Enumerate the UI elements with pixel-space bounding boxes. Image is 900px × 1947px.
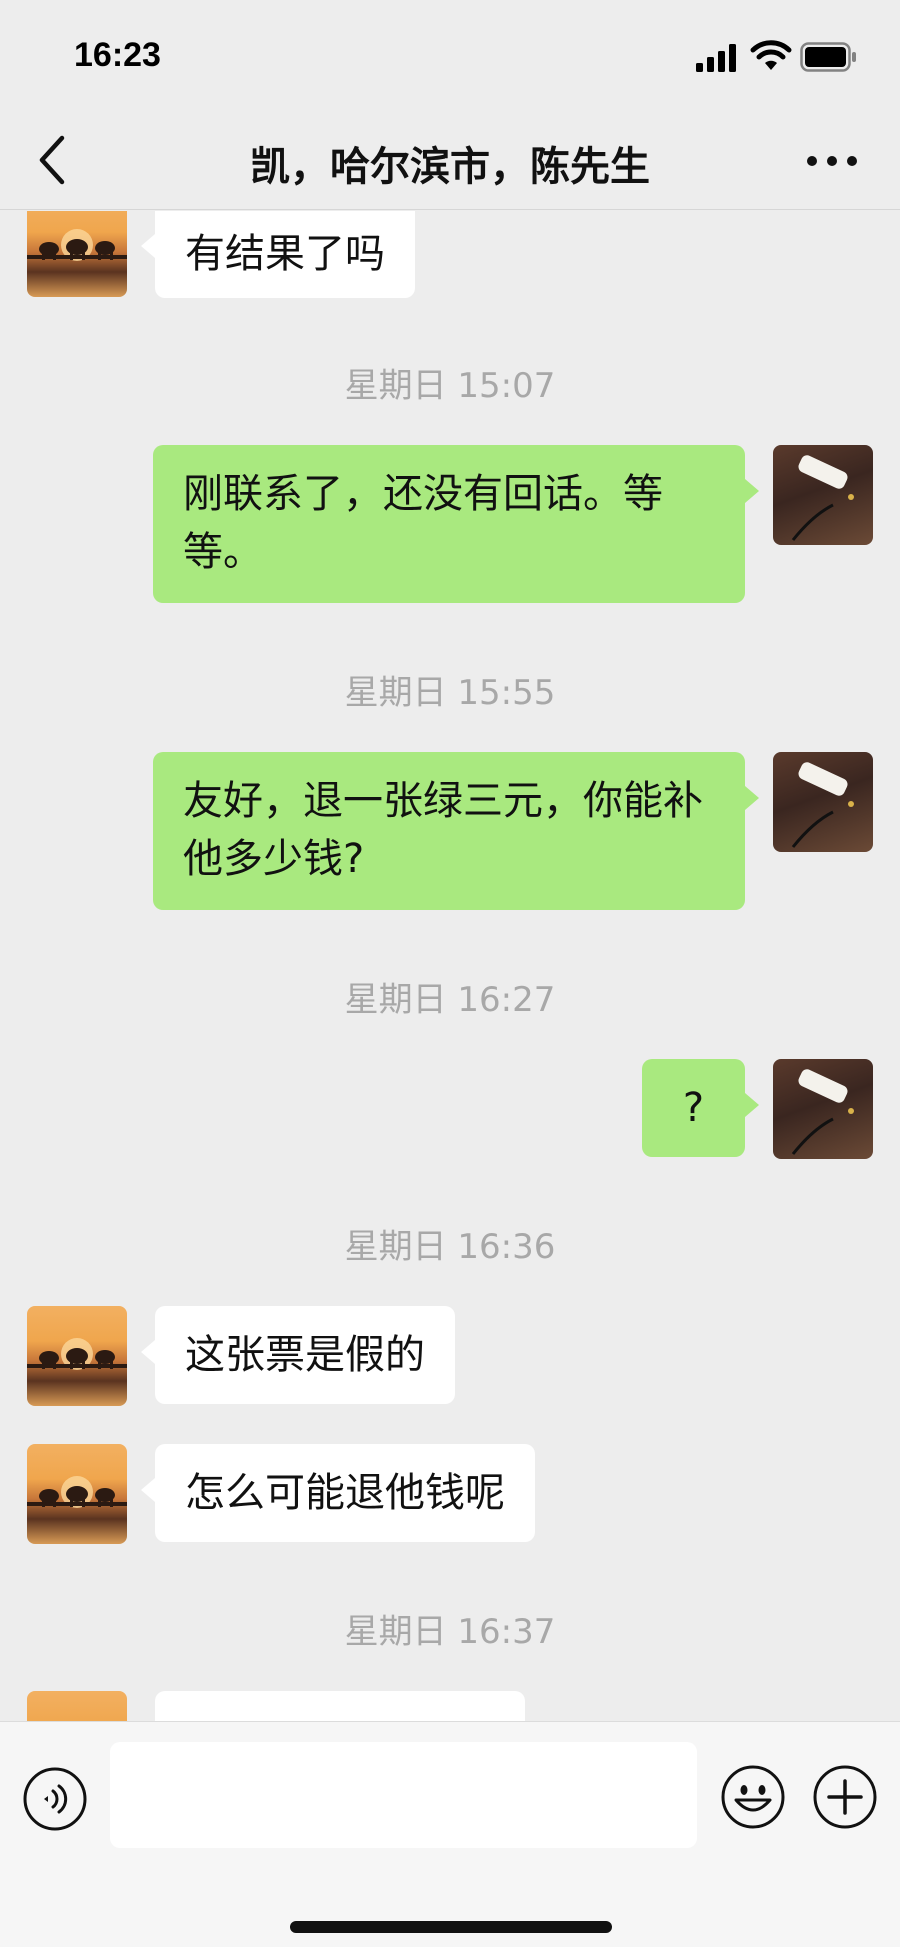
chat-title: 凯，哈尔滨市，陈先生	[250, 144, 650, 190]
received-message[interactable]: 这张票是假的	[141, 1306, 455, 1404]
home-indicator[interactable]	[290, 1921, 612, 1933]
received-message-partial[interactable]	[155, 1691, 525, 1721]
my-avatar[interactable]	[773, 445, 873, 545]
more-icon[interactable]	[804, 146, 860, 176]
elephant-silhouette-image	[27, 1338, 127, 1370]
jade-pendant-image	[791, 762, 854, 848]
contact-avatar[interactable]	[27, 1691, 127, 1721]
chat-area[interactable]: 有结果了吗 星期日 15:07 刚联系了，还没有回话。等等。 星期日 15:55…	[0, 211, 900, 1721]
jade-pendant-image	[791, 1069, 854, 1155]
contact-avatar[interactable]	[27, 1306, 127, 1406]
back-icon[interactable]	[34, 134, 70, 186]
sent-message[interactable]: ?	[642, 1059, 759, 1157]
status-bar: 16:23	[0, 0, 900, 110]
timestamp: 星期日 16:27	[344, 980, 556, 1020]
sent-message[interactable]: 刚联系了，还没有回话。等等。	[153, 445, 759, 603]
contact-avatar[interactable]	[27, 1444, 127, 1544]
elephant-silhouette-image	[27, 229, 127, 261]
message-input[interactable]	[110, 1742, 697, 1848]
signal-icon	[696, 44, 736, 72]
timestamp: 星期日 15:55	[344, 673, 556, 713]
timestamp: 星期日 16:37	[344, 1612, 556, 1652]
my-avatar[interactable]	[773, 752, 873, 852]
received-message[interactable]: 怎么可能退他钱呢	[141, 1444, 535, 1542]
jade-pendant-image	[791, 455, 854, 541]
timestamp: 星期日 16:36	[344, 1227, 556, 1267]
status-time: 16:23	[74, 36, 161, 74]
contact-avatar[interactable]	[27, 211, 127, 297]
received-message[interactable]: 有结果了吗	[141, 211, 415, 298]
wifi-icon	[750, 40, 792, 70]
elephant-silhouette-image	[27, 1476, 127, 1508]
my-avatar[interactable]	[773, 1059, 873, 1159]
input-bar	[0, 1721, 900, 1947]
sent-message[interactable]: 友好，退一张绿三元，你能补他多少钱?	[153, 752, 759, 910]
timestamp: 星期日 15:07	[344, 366, 556, 406]
voice-icon[interactable]	[22, 1766, 88, 1832]
nav-bar: 凯，哈尔滨市，陈先生	[0, 110, 900, 210]
battery-icon	[800, 42, 856, 72]
plus-icon[interactable]	[812, 1764, 878, 1830]
emoji-icon[interactable]	[720, 1764, 786, 1830]
